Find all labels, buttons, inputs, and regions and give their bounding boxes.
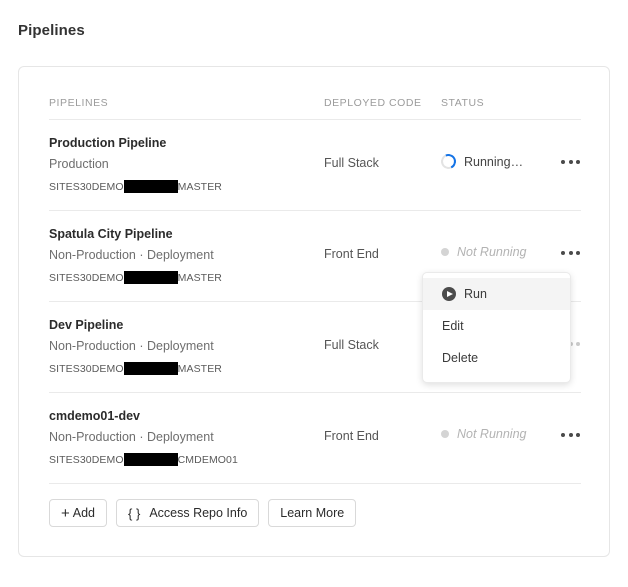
- status-label: Not Running: [457, 427, 527, 441]
- pipeline-meta: Production: [49, 157, 109, 171]
- row-context-menu: Run Edit Delete: [422, 272, 571, 383]
- pipeline-name: Spatula City Pipeline: [49, 227, 173, 241]
- column-header-status: STATUS: [441, 97, 485, 109]
- card-actions: + Add { } Access Repo Info Learn More: [49, 499, 357, 527]
- row-menu-button[interactable]: [561, 160, 580, 164]
- access-repo-info-button[interactable]: { } Access Repo Info: [116, 499, 260, 527]
- column-header-deployed-code: DEPLOYED CODE: [324, 97, 422, 109]
- braces-icon: { }: [128, 505, 141, 521]
- repo-prefix: SITES30DEMO: [49, 453, 124, 466]
- pipeline-repo: SITES30DEMO CMDEMO01: [49, 453, 238, 466]
- menu-item-edit[interactable]: Edit: [423, 310, 570, 342]
- redacted-block: [123, 453, 178, 466]
- pipeline-meta: Non-Production · Deployment: [49, 339, 214, 353]
- status-dot-icon: [441, 248, 449, 256]
- redacted-block: [123, 271, 178, 284]
- pipeline-meta: Non-Production · Deployment: [49, 430, 214, 444]
- table-header-row: PIPELINES DEPLOYED CODE STATUS: [49, 97, 581, 119]
- repo-prefix: SITES30DEMO: [49, 362, 124, 375]
- row-menu-button[interactable]: [561, 251, 580, 255]
- pipeline-status: Running…: [438, 151, 524, 172]
- pipeline-name: cmdemo01-dev: [49, 409, 141, 423]
- pipeline-status: Not Running: [441, 427, 527, 441]
- pipeline-meta: Non-Production · Deployment: [49, 248, 214, 262]
- page-title: Pipelines: [18, 22, 85, 39]
- status-label: Not Running: [457, 245, 527, 259]
- status-dot-icon: [441, 430, 449, 438]
- repo-suffix: MASTER: [177, 180, 222, 193]
- repo-prefix: SITES30DEMO: [49, 180, 124, 193]
- access-repo-info-label: Access Repo Info: [149, 506, 248, 520]
- pipeline-status: Not Running: [441, 245, 527, 259]
- add-button-label: Add: [72, 506, 96, 520]
- add-button[interactable]: + Add: [49, 499, 108, 527]
- menu-item-run-label: Run: [464, 287, 487, 301]
- pipeline-repo: SITES30DEMO MASTER: [49, 271, 222, 284]
- pipeline-name: Dev Pipeline: [49, 318, 124, 332]
- repo-suffix: MASTER: [177, 271, 222, 284]
- repo-suffix: MASTER: [177, 362, 222, 375]
- learn-more-label: Learn More: [280, 506, 345, 520]
- pipeline-deployed-code: Full Stack: [324, 156, 379, 170]
- table-row[interactable]: cmdemo01-dev Non-Production · Deployment…: [49, 393, 581, 483]
- redacted-block: [123, 180, 178, 193]
- menu-item-run[interactable]: Run: [423, 278, 570, 310]
- menu-item-delete[interactable]: Delete: [423, 342, 570, 374]
- play-circle-icon: [442, 287, 456, 301]
- pipeline-repo: SITES30DEMO MASTER: [49, 362, 222, 375]
- plus-icon: +: [61, 504, 70, 522]
- loading-spinner-icon: [438, 151, 459, 172]
- pipeline-deployed-code: Front End: [324, 429, 379, 443]
- pipeline-deployed-code: Full Stack: [324, 338, 379, 352]
- row-menu-button[interactable]: [561, 433, 580, 437]
- learn-more-button[interactable]: Learn More: [268, 499, 357, 527]
- pipeline-name: Production Pipeline: [49, 136, 167, 150]
- menu-item-edit-label: Edit: [442, 319, 464, 333]
- menu-item-delete-label: Delete: [442, 351, 479, 365]
- repo-suffix: CMDEMO01: [177, 453, 238, 466]
- table-row[interactable]: Production Pipeline Production SITES30DE…: [49, 120, 581, 210]
- pipeline-repo: SITES30DEMO MASTER: [49, 180, 222, 193]
- column-header-pipelines: PIPELINES: [49, 97, 109, 109]
- pipeline-deployed-code: Front End: [324, 247, 379, 261]
- status-label: Running…: [464, 154, 524, 169]
- row-divider: [49, 483, 581, 484]
- redacted-block: [123, 362, 178, 375]
- repo-prefix: SITES30DEMO: [49, 271, 124, 284]
